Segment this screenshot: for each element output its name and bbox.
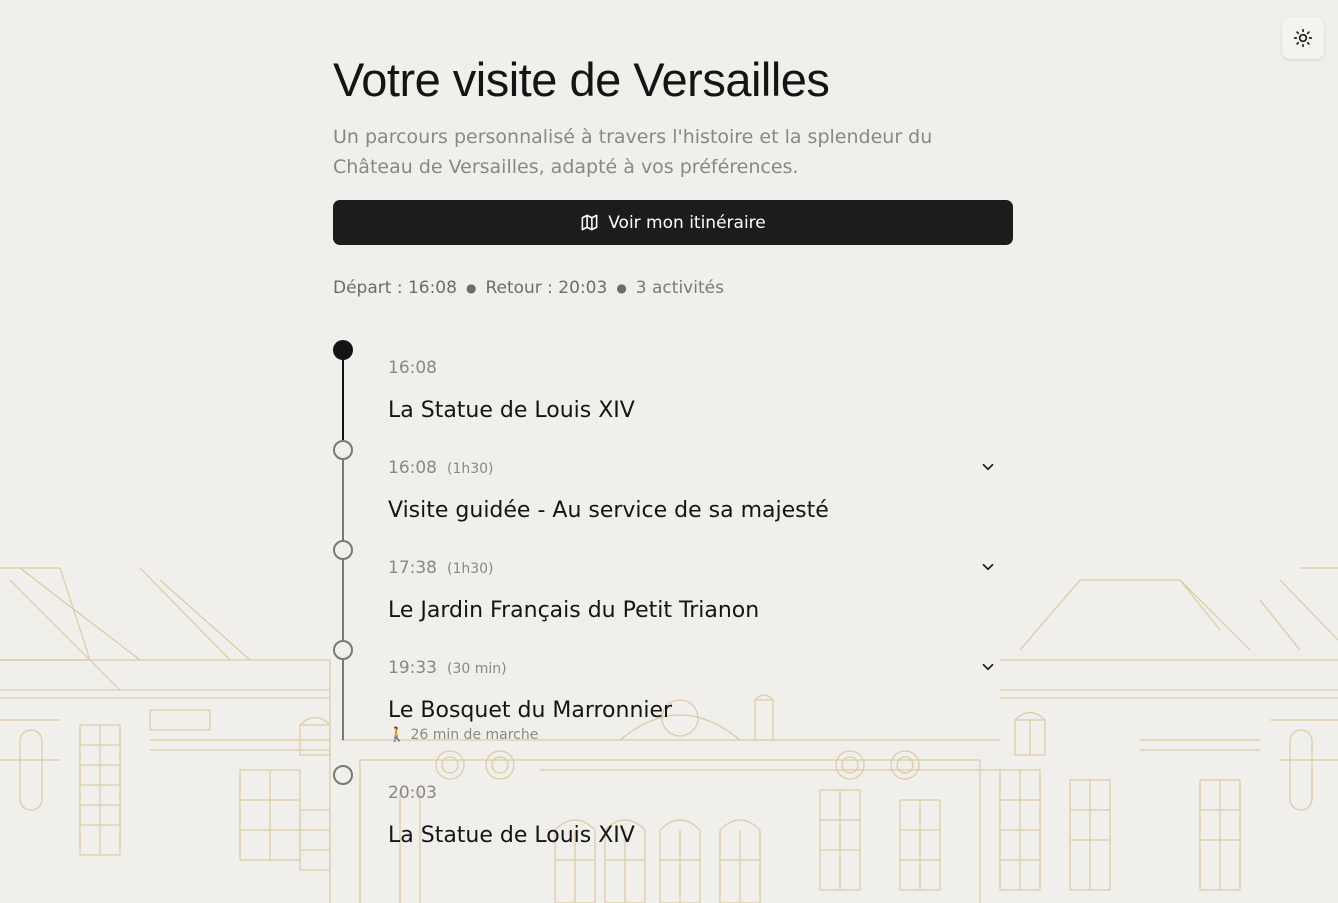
theme-toggle-button[interactable] [1282, 17, 1324, 59]
timeline-node-start [333, 340, 353, 360]
timeline-item-activity[interactable]: 17:38 (1h30) Le Jardin Français du Petit… [388, 558, 1013, 623]
return-time: Retour : 20:03 [485, 278, 608, 298]
timeline-node [333, 640, 353, 660]
item-time-row: 20:03 [388, 783, 1013, 805]
item-time: 20:03 [388, 783, 437, 803]
activities-count: 3 activités [635, 278, 724, 298]
map-icon [581, 214, 598, 231]
item-title: Le Jardin Français du Petit Trianon [388, 598, 760, 623]
timeline-line [342, 450, 344, 740]
chevron-down-icon[interactable] [979, 658, 997, 676]
walking-icon: 🚶 [388, 727, 406, 743]
timeline-item-start: 16:08 La Statue de Louis XIV [388, 358, 1013, 423]
item-title: Le Bosquet du Marronnier [388, 698, 673, 723]
timeline-node [333, 440, 353, 460]
walking-time-label: 26 min de marche [410, 727, 539, 743]
view-itinerary-button[interactable]: Voir mon itinéraire [333, 200, 1013, 245]
item-title: La Statue de Louis XIV [388, 398, 635, 423]
item-duration: (1h30) [447, 561, 494, 577]
page-subtitle: Un parcours personnalisé à travers l'his… [333, 126, 933, 178]
separator-dot: ● [465, 281, 477, 295]
departure-time: Départ : 16:08 [333, 278, 457, 298]
chevron-down-icon[interactable] [979, 558, 997, 576]
item-duration: (30 min) [447, 661, 507, 677]
timeline-node-end [333, 765, 353, 785]
item-duration: (1h30) [447, 461, 494, 477]
separator-dot: ● [616, 281, 627, 295]
item-time-row: 17:38 (1h30) [388, 558, 1013, 580]
timeline-node [333, 540, 353, 560]
item-time-row: 19:33 (30 min) [388, 658, 1013, 680]
item-time-row: 16:08 [388, 358, 1013, 380]
item-title: Visite guidée - Au service de sa majesté [388, 498, 829, 523]
timeline-item-activity[interactable]: 16:08 (1h30) Visite guidée - Au service … [388, 458, 1013, 523]
item-time-row: 16:08 (1h30) [388, 458, 1013, 480]
page-title: Votre visite de Versailles [333, 53, 830, 106]
visit-summary: Départ : 16:08 ● Retour : 20:03 ● 3 acti… [333, 278, 724, 298]
item-time: 16:08 [388, 458, 437, 478]
timeline-line-active [342, 350, 344, 450]
sun-icon [1293, 28, 1313, 48]
item-title: La Statue de Louis XIV [388, 823, 635, 848]
timeline-item-end: 20:03 La Statue de Louis XIV [388, 783, 1013, 848]
view-itinerary-label: Voir mon itinéraire [608, 212, 766, 233]
timeline-item-activity[interactable]: 19:33 (30 min) Le Bosquet du Marronnier … [388, 658, 1013, 743]
walking-time: 🚶 26 min de marche [388, 727, 1013, 743]
chevron-down-icon[interactable] [979, 458, 997, 476]
item-time: 17:38 [388, 558, 437, 578]
item-time: 19:33 [388, 658, 437, 678]
item-time: 16:08 [388, 358, 437, 378]
